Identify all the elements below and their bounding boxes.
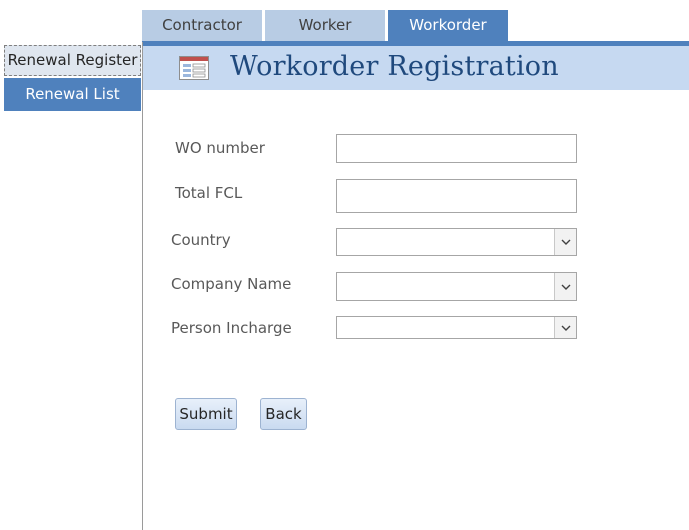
company-name-label: Company Name <box>171 275 292 293</box>
tab-contractor[interactable]: Contractor <box>142 10 262 41</box>
person-incharge-label: Person Incharge <box>171 319 292 337</box>
chevron-down-icon[interactable] <box>554 273 576 300</box>
form-header: Workorder Registration <box>143 46 689 90</box>
chevron-down-icon[interactable] <box>554 229 576 255</box>
submit-button[interactable]: Submit <box>175 398 237 430</box>
total-fcl-input[interactable] <box>336 179 577 213</box>
form-icon <box>179 56 209 80</box>
tab-workorder[interactable]: Workorder <box>388 10 508 41</box>
country-label: Country <box>171 231 231 249</box>
wo-number-label: WO number <box>175 139 265 157</box>
back-button[interactable]: Back <box>260 398 307 430</box>
nav-renewal-list-button[interactable]: Renewal List <box>4 78 141 111</box>
chevron-down-icon[interactable] <box>554 317 576 338</box>
left-nav: Renewal Register Renewal List <box>4 45 141 111</box>
country-combobox[interactable] <box>336 228 577 256</box>
wo-number-input[interactable] <box>336 134 577 163</box>
total-fcl-label: Total FCL <box>175 184 243 202</box>
vertical-divider <box>142 42 143 530</box>
tab-worker[interactable]: Worker <box>265 10 385 41</box>
person-incharge-combobox[interactable] <box>336 316 577 339</box>
page-title: Workorder Registration <box>230 51 559 82</box>
nav-renewal-register-button[interactable]: Renewal Register <box>4 45 141 76</box>
company-name-combobox[interactable] <box>336 272 577 301</box>
